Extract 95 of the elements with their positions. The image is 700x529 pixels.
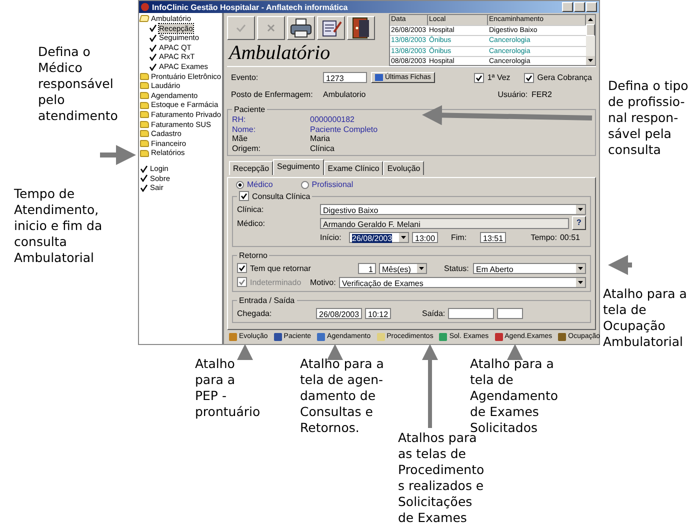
scrollbar[interactable] — [586, 15, 595, 65]
shortcut-icon — [229, 332, 237, 340]
tab[interactable]: Recepção — [229, 161, 274, 176]
checkmark-icon — [239, 191, 249, 202]
field-label: Nome: — [232, 124, 257, 134]
minimize-button[interactable] — [562, 2, 573, 12]
field-label: Status: — [444, 264, 470, 273]
window-title: InfoClinic Gestão Hospitalar - Anflatech informática — [152, 2, 348, 12]
close-button[interactable] — [586, 2, 597, 12]
toolbar-button[interactable] — [287, 16, 315, 40]
radio-button[interactable]: Profissional — [300, 180, 354, 190]
annotation-text: Atalho para a PEP - prontuário — [195, 356, 260, 420]
radio-button[interactable]: Médico — [236, 180, 273, 190]
checkmark-icon — [474, 72, 484, 82]
check-icon — [235, 22, 247, 34]
arrow — [608, 255, 632, 275]
date-picker[interactable]: 26/08/2003 — [349, 232, 409, 243]
field-label: Clínica: — [237, 204, 265, 214]
dropdown-arrow-icon — [576, 264, 585, 273]
toolbar-button[interactable] — [317, 16, 345, 40]
folder-icon — [139, 15, 150, 22]
field-value: Maria — [310, 134, 330, 144]
door-icon — [351, 17, 371, 39]
group-title: Entrada / Saída — [238, 296, 296, 306]
dropdown-arrow-icon — [417, 264, 426, 273]
date-field[interactable] — [448, 308, 494, 319]
checkbox[interactable]: 1ª Vez — [474, 72, 510, 82]
forms-icon — [375, 74, 383, 81]
field-label: Mãe — [232, 134, 249, 144]
group-title: Retorno — [238, 251, 268, 260]
checkmark-icon — [524, 72, 534, 82]
field-label: Tempo: — [530, 232, 557, 242]
field-value: Clínica — [310, 144, 334, 154]
field-label: Fim: — [451, 232, 468, 242]
field-label: Chegada: — [237, 308, 273, 318]
annotation-text: Tempo de Atendimento, inicio e fim da consulta Ambulatorial — [14, 186, 102, 266]
field-label: Posto de Enfermagem: — [231, 90, 314, 99]
time-field[interactable]: 13:00 — [412, 232, 438, 243]
annotation-text: Atalho para a tela de Agendamento de Exames Solicitados — [470, 356, 558, 435]
time-field[interactable]: 10:12 — [365, 308, 391, 319]
annotation-text: Defina o Médico responsável pelo atendimento — [38, 44, 118, 124]
close-icon — [265, 22, 277, 34]
clinic-dropdown[interactable]: Digestivo Baixo — [320, 204, 586, 215]
shortcut-icon — [494, 332, 503, 340]
tab[interactable]: Seguimento — [273, 159, 324, 176]
page-heading: Ambulatório — [229, 42, 332, 65]
scroll-thumb[interactable] — [586, 24, 595, 36]
date-field[interactable]: 26/08/2003 — [316, 308, 362, 319]
field-value: Paciente Completo — [310, 124, 378, 134]
doctor-field[interactable]: Armando Geraldo F. Melani — [320, 218, 569, 229]
field-label: Saída: — [422, 308, 446, 318]
maximize-button[interactable] — [574, 2, 585, 12]
annotation-text: Defina o tipo de profissio- nal respon- sável pela consulta — [608, 78, 688, 158]
quantity-field[interactable]: 1 — [358, 262, 376, 274]
field-label: Médico: — [237, 218, 266, 228]
checkmark-icon — [237, 277, 247, 288]
field-label: Início: — [320, 232, 342, 242]
status-dropdown[interactable]: Em Aberto — [473, 262, 586, 274]
help-button[interactable]: ? — [572, 216, 586, 230]
time-field[interactable] — [497, 308, 524, 319]
field-value: 00:51 — [560, 232, 580, 242]
field-value: 0000000182 — [310, 115, 354, 125]
annotation-text: Atalho para a tela de Ocupação Ambulatorial — [603, 286, 687, 350]
shortcut-icon — [274, 332, 282, 340]
tab[interactable]: Evolução — [383, 161, 424, 176]
input-field[interactable]: 1273 — [323, 72, 367, 83]
group-title: Paciente — [233, 105, 266, 114]
field-label: Usuário: — [498, 90, 528, 99]
checkbox[interactable]: Gera Cobrança — [524, 72, 592, 82]
shortcut-icon — [317, 332, 326, 340]
dropdown-arrow-icon — [576, 204, 585, 214]
annotation-text: Atalho para a tela de agen- damento de Consultas e Retornos. — [300, 356, 384, 436]
field-label: Motivo: — [310, 278, 336, 287]
dropdown-arrow-icon — [576, 278, 585, 287]
field-value: Ambulatorio — [323, 90, 366, 99]
printer-icon — [290, 18, 312, 38]
notepad-icon — [320, 18, 342, 38]
unit-dropdown[interactable]: Mês(es) — [379, 262, 427, 274]
shortcut-icon — [376, 332, 385, 340]
field-value: FER2 — [532, 90, 552, 99]
toolbar-button[interactable] — [347, 16, 375, 40]
checkbox[interactable]: Tem que retornar — [237, 263, 355, 274]
checkbox[interactable]: Consulta Clínica — [237, 191, 312, 202]
time-field[interactable]: 13:51 — [480, 232, 506, 243]
field-label: Origem: — [232, 144, 262, 154]
shortcut-icon — [558, 332, 566, 340]
tab[interactable]: Exame Clínico — [324, 161, 384, 176]
app-icon — [141, 3, 149, 11]
reason-dropdown[interactable]: Verificação de Exames — [339, 276, 586, 288]
dropdown-arrow-icon — [399, 232, 408, 242]
shortcut-icon — [439, 332, 448, 340]
field-label: RH: — [232, 115, 247, 125]
arrow — [100, 145, 136, 165]
checkmark-icon — [237, 263, 247, 274]
field-label: Evento: — [231, 73, 260, 82]
